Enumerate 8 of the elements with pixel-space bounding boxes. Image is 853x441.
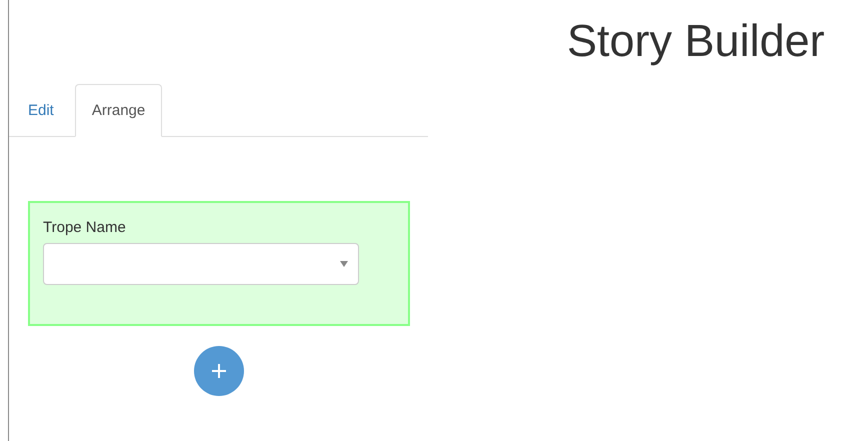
plus-icon — [211, 363, 227, 379]
page-title: Story Builder — [567, 14, 825, 68]
tab[interactable]: Edit — [11, 84, 71, 137]
caret-icon — [340, 261, 348, 267]
add-button[interactable] — [194, 346, 244, 396]
tab[interactable]: Arrange — [74, 84, 162, 137]
trope-select[interactable] — [43, 243, 359, 285]
field-label: Trope Name — [43, 219, 127, 236]
